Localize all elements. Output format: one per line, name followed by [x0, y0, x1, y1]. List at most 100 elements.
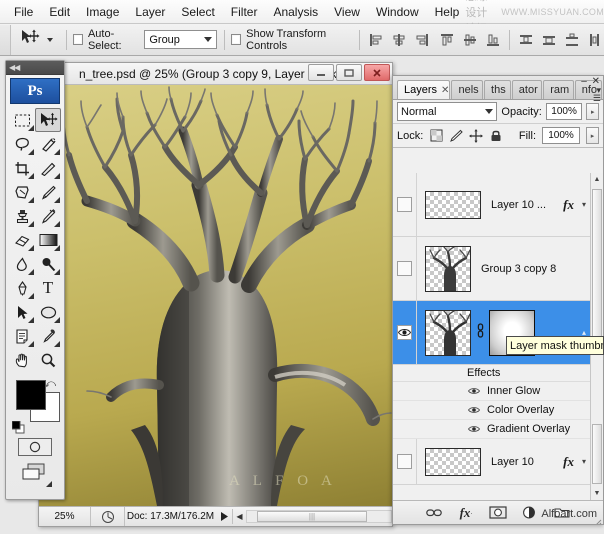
lock-image-pixels-icon[interactable] — [449, 129, 464, 143]
horizontal-scroll-thumb[interactable]: ||| — [257, 511, 367, 522]
menu-item-help[interactable]: Help — [427, 2, 468, 22]
link-mask-icon[interactable] — [474, 323, 486, 342]
hand-tool[interactable] — [9, 348, 35, 372]
canvas-viewport[interactable]: A L F O A — [39, 85, 392, 506]
add-layer-mask-icon[interactable] — [489, 505, 507, 521]
opacity-slider-arrow-icon[interactable]: ▸ — [586, 103, 600, 120]
close-icon[interactable]: ✕ — [441, 85, 449, 96]
layer-thumbnail[interactable] — [425, 447, 481, 476]
layer-thumbnail[interactable] — [425, 309, 471, 356]
menu-item-analysis[interactable]: Analysis — [265, 2, 326, 22]
opacity-value[interactable]: 100% — [545, 103, 583, 120]
brush-tool[interactable] — [35, 180, 61, 204]
show-transform-checkbox[interactable] — [231, 34, 242, 45]
foreground-color-swatch[interactable] — [16, 380, 46, 410]
double-chevron-left-icon[interactable]: ◀◀ — [9, 63, 20, 72]
menu-item-filter[interactable]: Filter — [223, 2, 266, 22]
crop-tool[interactable] — [9, 156, 35, 180]
distribute-bottom-edges-icon[interactable] — [563, 31, 581, 49]
slice-tool[interactable] — [35, 156, 61, 180]
link-layers-icon[interactable] — [425, 505, 443, 521]
chevron-down-icon[interactable]: ▾ — [578, 200, 590, 209]
tab-histogram[interactable]: ram — [543, 80, 574, 99]
layer-thumbnail[interactable] — [425, 190, 481, 219]
align-bottom-edges-icon[interactable] — [484, 31, 502, 49]
patch-tool[interactable] — [9, 180, 35, 204]
chevron-down-icon[interactable]: ▾ — [578, 457, 590, 466]
eraser-tool[interactable] — [9, 228, 35, 252]
lock-transparent-pixels-icon[interactable] — [429, 129, 443, 143]
eye-icon[interactable] — [467, 406, 481, 414]
layer-row-selected[interactable]: ▴ — [393, 301, 590, 365]
blur-tool[interactable] — [9, 252, 35, 276]
layer-visibility-cell[interactable] — [393, 173, 417, 236]
lasso-tool[interactable] — [9, 132, 35, 156]
menu-item-window[interactable]: Window — [368, 2, 427, 22]
minimize-button[interactable] — [308, 64, 334, 81]
dodge-tool[interactable] — [35, 252, 61, 276]
eye-icon[interactable] — [397, 197, 412, 212]
eye-icon[interactable] — [397, 261, 412, 276]
change-screen-mode-button[interactable] — [20, 462, 52, 487]
horizontal-scroll-track[interactable]: ||| — [246, 510, 392, 523]
effect-row-inner-glow[interactable]: Inner Glow — [393, 382, 590, 401]
scroll-up-arrow-icon[interactable]: ▲ — [591, 173, 603, 186]
new-adjustment-layer-icon[interactable] — [521, 505, 539, 521]
lock-position-icon[interactable] — [469, 128, 484, 143]
scroll-down-arrow-icon[interactable]: ▼ — [591, 487, 603, 500]
fill-slider-arrow-icon[interactable]: ▸ — [586, 127, 599, 144]
layer-row-layer-10-copy[interactable]: Layer 10 ... fx ▾ — [393, 173, 590, 237]
pen-tool[interactable] — [9, 276, 35, 300]
edit-in-quick-mask-mode-button[interactable] — [18, 438, 52, 456]
fx-icon[interactable]: fx — [563, 454, 578, 470]
history-brush-tool[interactable] — [35, 204, 61, 228]
eye-icon[interactable] — [397, 454, 412, 469]
tab-layers[interactable]: Layers ✕ — [397, 80, 451, 99]
clone-stamp-tool[interactable] — [9, 204, 35, 228]
layer-row-group-3-copy-8[interactable]: Group 3 copy 8 — [393, 237, 590, 301]
options-bar-grip[interactable] — [0, 24, 11, 55]
layer-thumbnail[interactable] — [425, 245, 471, 292]
gradient-tool[interactable] — [35, 228, 61, 252]
align-top-edges-icon[interactable] — [438, 31, 456, 49]
menu-item-file[interactable]: File — [6, 2, 41, 22]
auto-select-dropdown[interactable]: Group — [144, 30, 217, 49]
blend-mode-dropdown[interactable]: Normal — [397, 102, 498, 121]
align-horizontal-centers-icon[interactable] — [390, 31, 408, 49]
active-tool-preset[interactable] — [11, 28, 59, 51]
layer-visibility-cell[interactable] — [393, 237, 417, 300]
tab-paths[interactable]: ths — [484, 80, 511, 99]
eye-icon[interactable] — [467, 425, 481, 433]
panel-resize-grip[interactable] — [593, 514, 602, 524]
effect-row-gradient-overlay[interactable]: Gradient Overlay — [393, 420, 590, 439]
maximize-button[interactable] — [336, 64, 362, 81]
eye-icon[interactable] — [467, 387, 481, 395]
type-tool[interactable]: T — [35, 276, 61, 300]
move-tool[interactable] — [35, 108, 61, 132]
vertical-scroll-thumb[interactable] — [592, 189, 602, 349]
tab-channels[interactable]: nels — [451, 80, 484, 99]
effect-row-color-overlay[interactable]: Color Overlay — [393, 401, 590, 420]
status-menu-arrow-icon[interactable] — [216, 511, 232, 522]
zoom-level-field[interactable]: 25% — [39, 507, 91, 526]
scroll-left-arrow-icon[interactable]: ◀ — [233, 510, 246, 524]
distribute-top-edges-icon[interactable] — [517, 31, 535, 49]
align-vertical-centers-icon[interactable] — [461, 31, 479, 49]
eyedropper-tool[interactable] — [35, 324, 61, 348]
add-layer-style-icon[interactable]: fx . — [457, 505, 475, 521]
document-title-bar[interactable]: n_tree.psd @ 25% (Group 3 copy 9, Layer … — [39, 63, 392, 85]
eye-icon[interactable] — [397, 325, 412, 340]
layer-visibility-cell[interactable] — [393, 439, 417, 484]
menu-item-layer[interactable]: Layer — [127, 2, 173, 22]
panel-menu-icon[interactable]: ▾ ☰ — [593, 86, 601, 103]
layer-row-layer-10[interactable]: Layer 10 fx ▾ — [393, 439, 590, 485]
close-button[interactable] — [364, 64, 390, 81]
menu-item-view[interactable]: View — [326, 2, 368, 22]
ellipse-tool[interactable] — [35, 300, 61, 324]
tool-preset-chevron-down-icon[interactable] — [46, 37, 53, 42]
align-right-edges-icon[interactable] — [413, 31, 431, 49]
distribute-left-edges-icon[interactable] — [586, 31, 604, 49]
status-preview-icon[interactable] — [91, 507, 125, 526]
zoom-tool[interactable] — [35, 348, 61, 372]
tab-navigator[interactable]: ator — [511, 80, 543, 99]
